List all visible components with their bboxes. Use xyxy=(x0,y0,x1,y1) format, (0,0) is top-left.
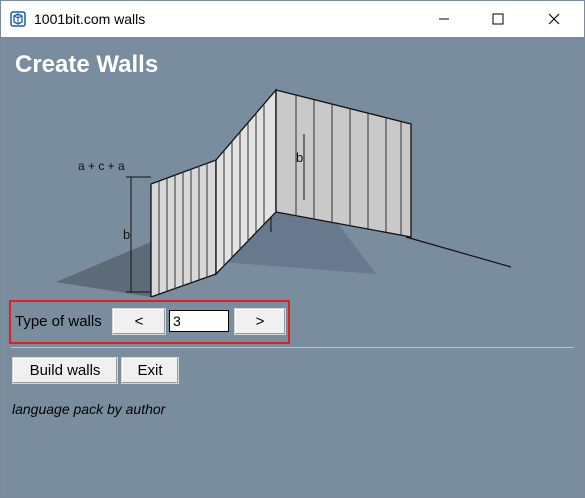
wall-shadow-left xyxy=(56,242,151,297)
next-type-button[interactable]: > xyxy=(234,308,286,335)
minimize-icon xyxy=(439,18,449,20)
close-button[interactable] xyxy=(531,1,577,37)
window-title: 1001bit.com walls xyxy=(34,11,146,27)
minimize-button[interactable] xyxy=(421,1,467,37)
build-walls-button[interactable]: Build walls xyxy=(12,357,118,384)
wall-illustration: a + c + a b b xyxy=(56,88,512,297)
wall-type-input[interactable] xyxy=(169,310,229,332)
dialog-content: Create Walls a + c + a b b Type of walls… xyxy=(1,37,584,497)
ground-line xyxy=(405,236,512,268)
maximize-button[interactable] xyxy=(475,1,521,37)
dimension-label-top: a + c + a xyxy=(78,159,125,173)
maximize-icon xyxy=(492,13,504,25)
separator xyxy=(11,347,574,348)
page-title: Create Walls xyxy=(15,51,159,78)
close-icon xyxy=(548,13,560,25)
previous-type-button[interactable]: < xyxy=(112,308,166,335)
sketchup-app-icon xyxy=(10,11,26,27)
title-bar[interactable]: 1001bit.com walls xyxy=(1,1,584,37)
dimension-label-right: b xyxy=(296,150,303,165)
exit-button[interactable]: Exit xyxy=(121,357,179,384)
type-of-walls-label: Type of walls xyxy=(15,313,102,330)
dimension-label-left: b xyxy=(123,227,130,242)
language-pack-note: language pack by author xyxy=(12,401,166,417)
walls-dialog-window: 1001bit.com walls Create Walls a + c + a… xyxy=(0,0,585,498)
